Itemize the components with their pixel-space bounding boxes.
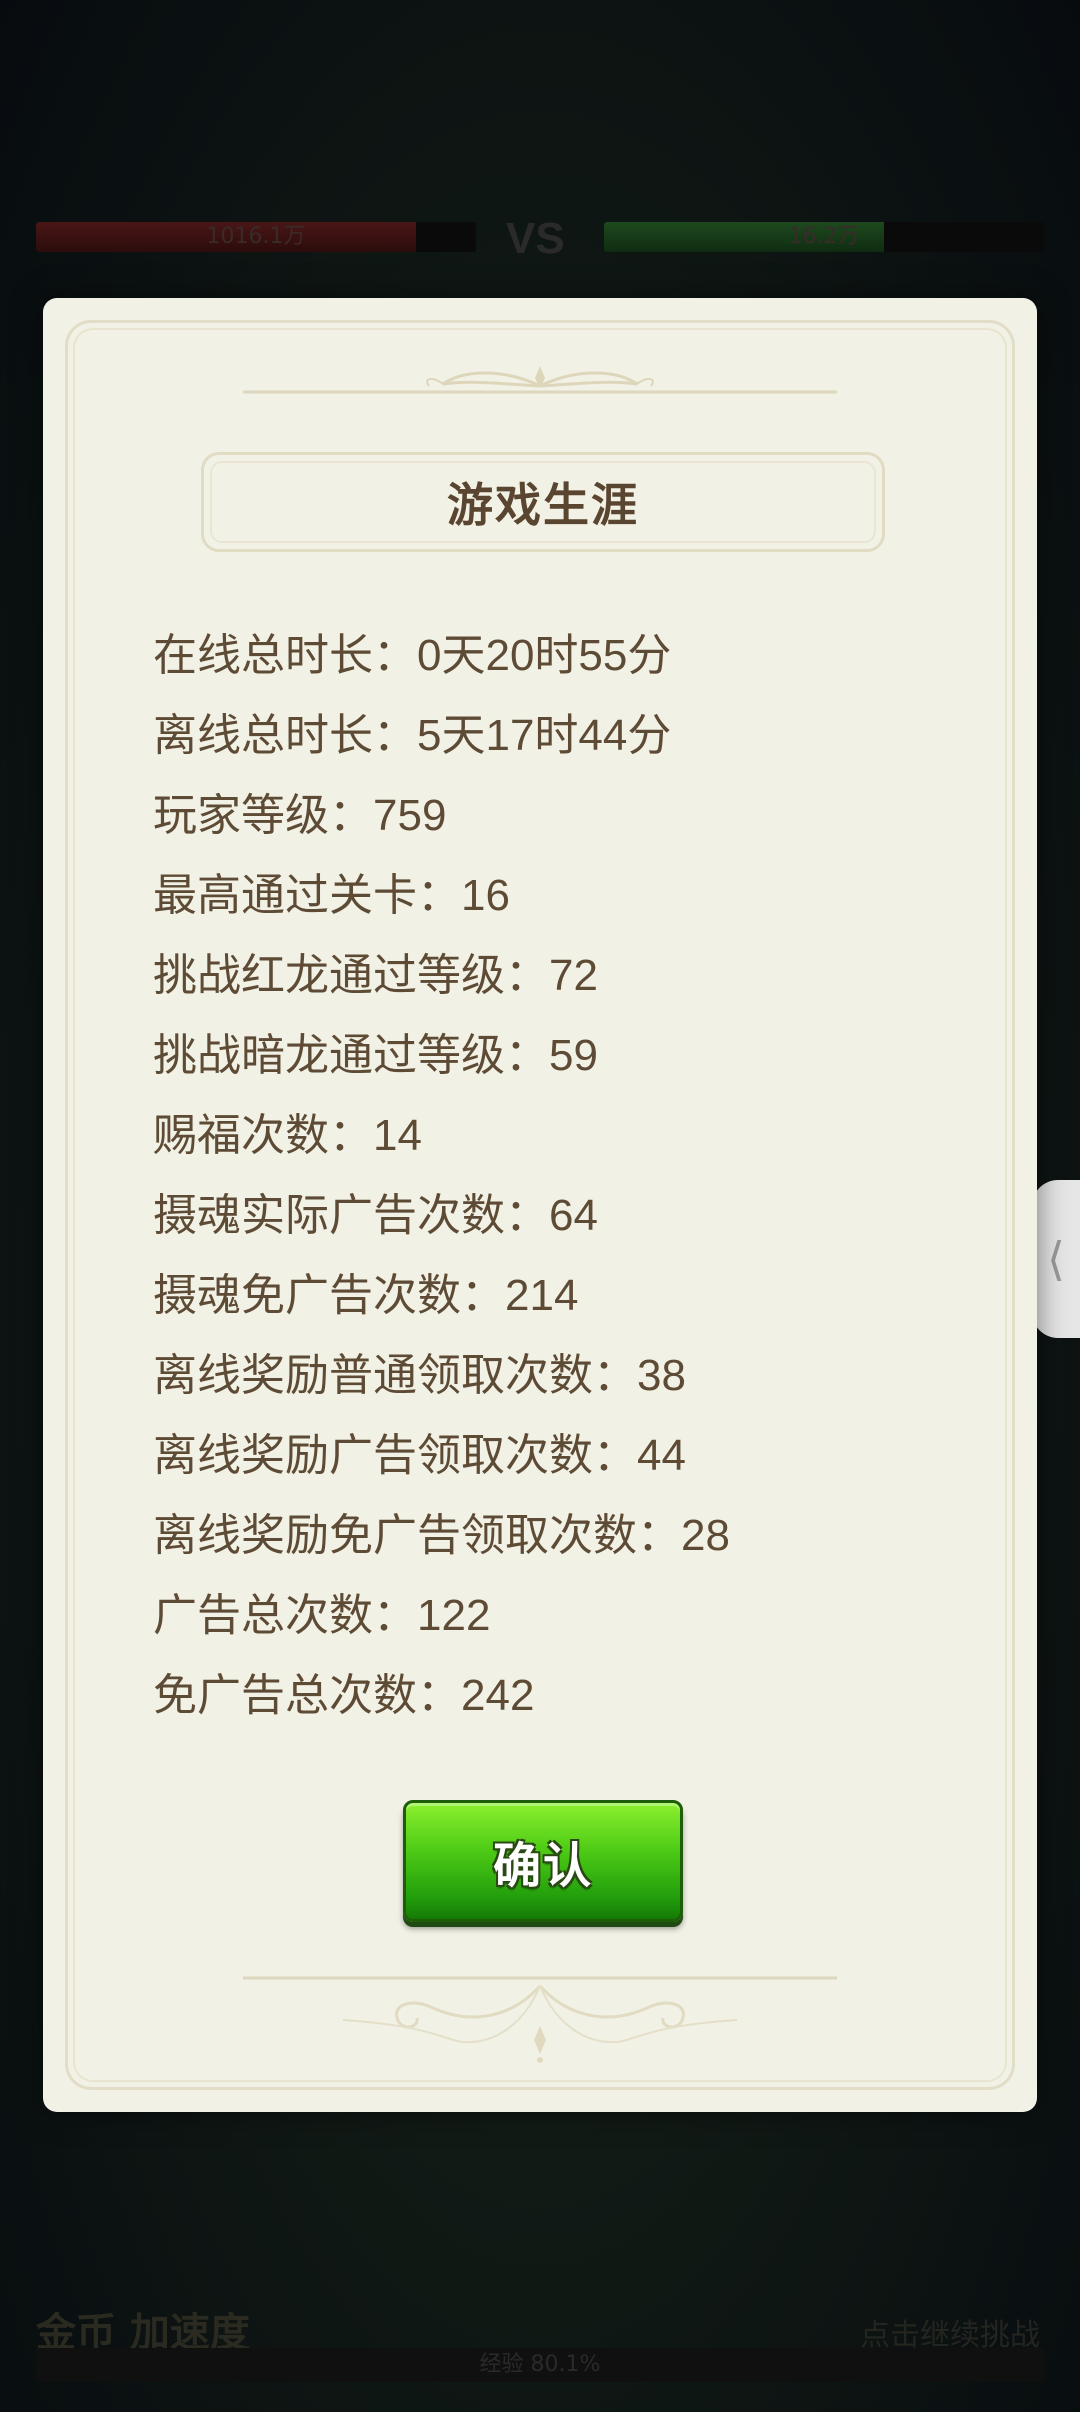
- stat-offline-adfree-claims: 离线奖励免广告领取次数：28: [153, 1511, 730, 1560]
- stat-blessing-count: 赐福次数：14: [153, 1111, 422, 1160]
- bottom-ornament-icon: [243, 1976, 837, 2063]
- stat-soul-adfree-count: 摄魂免广告次数：214: [153, 1271, 579, 1320]
- stat-offline-time: 离线总时长：5天17时44分: [153, 711, 672, 760]
- top-ornament-icon: [243, 366, 837, 394]
- career-stats-list: 在线总时长：0天20时55分 离线总时长：5天17时44分 玩家等级：759 最…: [153, 616, 953, 1736]
- player-hp-text: 1016.1万: [206, 224, 306, 249]
- game-screen: 1016.1万 VS 16.2万 金币 加速度 点击继续挑战 经验 80.1% …: [0, 0, 1080, 2412]
- stat-online-time: 在线总时长：0天20时55分: [153, 631, 672, 680]
- stat-soul-ad-count: 摄魂实际广告次数：64: [153, 1191, 598, 1240]
- stat-highest-stage: 最高通过关卡：16: [153, 871, 510, 920]
- exp-bar: 经验 80.1%: [36, 2348, 1044, 2382]
- stat-player-level: 玩家等级：759: [153, 791, 447, 840]
- chevron-left-icon: ⟨: [1047, 1232, 1065, 1286]
- enemy-hp-bar: 16.2万: [604, 222, 1044, 252]
- stat-total-ads: 广告总次数：122: [153, 1591, 491, 1640]
- stat-total-adfree: 免广告总次数：242: [153, 1671, 535, 1720]
- title-plate: 游戏生涯: [201, 452, 885, 552]
- confirm-button[interactable]: 确认: [403, 1800, 683, 1922]
- player-hp-bar: 1016.1万: [36, 222, 476, 252]
- confirm-button-label: 确认: [492, 1838, 593, 1894]
- stat-red-dragon-level: 挑战红龙通过等级：72: [153, 951, 598, 1000]
- battle-hud: 1016.1万 VS 16.2万: [36, 214, 1044, 263]
- stat-offline-normal-claims: 离线奖励普通领取次数：38: [153, 1351, 686, 1400]
- stat-offline-ad-claims: 离线奖励广告领取次数：44: [153, 1431, 686, 1480]
- enemy-hp-text: 16.2万: [788, 224, 860, 249]
- dialog-title: 游戏生涯: [447, 478, 639, 532]
- side-drawer-handle[interactable]: ⟨: [1032, 1180, 1080, 1338]
- stat-dark-dragon-level: 挑战暗龙通过等级：59: [153, 1031, 598, 1080]
- vs-label: VS: [506, 214, 565, 263]
- career-dialog: 游戏生涯 在线总时长：0天20时55分 离线总时长：5天17时44分 玩家等级：…: [43, 298, 1037, 2112]
